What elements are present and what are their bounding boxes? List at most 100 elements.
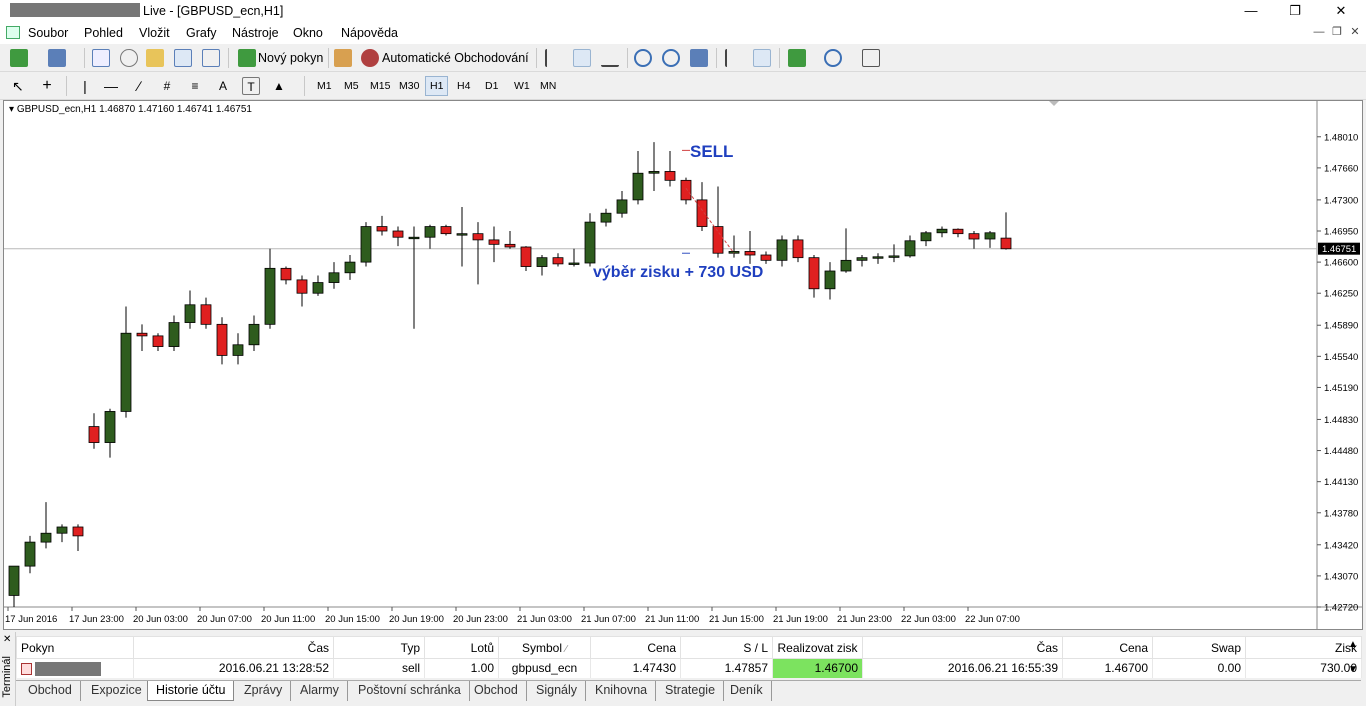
- tf-mn[interactable]: MN: [536, 76, 560, 96]
- tf-m30[interactable]: M30: [395, 76, 423, 96]
- bear-candle: [392, 230, 404, 238]
- bull-candle: [632, 172, 644, 201]
- tf-w1[interactable]: W1: [510, 76, 534, 96]
- new-order-icon[interactable]: [238, 49, 256, 67]
- menu-napoveda[interactable]: Nápověda: [341, 26, 398, 40]
- auto-trading-icon[interactable]: [361, 49, 379, 67]
- cursor-icon[interactable]: ↖: [12, 77, 30, 95]
- col-swap[interactable]: Swap: [1152, 636, 1246, 659]
- col-lotu[interactable]: Lotů: [424, 636, 499, 659]
- bear-candle: [376, 226, 388, 232]
- tf-m15[interactable]: M15: [366, 76, 394, 96]
- col-zisk[interactable]: Zisk: [1245, 636, 1362, 659]
- bear-candle: [488, 239, 500, 245]
- periods-icon[interactable]: [824, 49, 842, 67]
- y-tick-label: 1.44830: [1324, 415, 1358, 426]
- mdi-restore-icon[interactable]: ❐: [1330, 25, 1344, 39]
- tab-expozice[interactable]: Expozice: [83, 681, 151, 701]
- crosshair-icon[interactable]: +: [38, 77, 56, 95]
- time-open-cell: 2016.06.21 13:28:52: [133, 658, 334, 678]
- candlestick-chart[interactable]: 1.48010 1.47660 1.47300 1.46950 1.46600 1.462…: [4, 101, 1362, 629]
- tf-d1[interactable]: D1: [481, 76, 502, 96]
- scroll-up-icon[interactable]: ▲: [1348, 639, 1358, 650]
- mdi-close-icon[interactable]: ✕: [1348, 25, 1362, 39]
- equidistant-channel-icon[interactable]: #: [158, 77, 176, 95]
- menu-okno[interactable]: Okno: [293, 26, 323, 40]
- horizontal-line-icon[interactable]: —: [102, 77, 120, 95]
- col-cas-close[interactable]: Čas: [862, 636, 1063, 659]
- chart-window[interactable]: ▾ GBPUSD_ecn,H1 1.46870 1.47160 1.46741 …: [3, 100, 1363, 630]
- terminal-icon[interactable]: [174, 49, 192, 67]
- tf-m5[interactable]: M5: [340, 76, 363, 96]
- text-icon[interactable]: A: [214, 77, 232, 95]
- strategy-tester-icon[interactable]: [202, 49, 220, 67]
- profiles-icon[interactable]: [48, 49, 66, 67]
- col-typ[interactable]: Typ: [333, 636, 425, 659]
- auto-trading-button[interactable]: Automatické Obchodování: [382, 51, 529, 65]
- x-tick-label: 21 Jun 03:00: [517, 614, 572, 625]
- y-tick-label: 1.45890: [1324, 321, 1358, 332]
- menu-soubor[interactable]: Soubor: [28, 26, 68, 40]
- x-tick-label: 17 Jun 23:00: [69, 614, 124, 625]
- chart-shift-icon[interactable]: [753, 49, 771, 67]
- tab-postovni-schranka[interactable]: Poštovní schránka: [350, 681, 470, 701]
- bear-candle: [552, 257, 564, 265]
- fibonacci-icon[interactable]: ≡: [186, 77, 204, 95]
- tab-denik[interactable]: Deník: [722, 681, 772, 701]
- bear-candle: [504, 243, 516, 248]
- tile-windows-icon[interactable]: [690, 49, 708, 67]
- col-cas-open[interactable]: Čas: [133, 636, 334, 659]
- menu-nastroje[interactable]: Nástroje: [232, 26, 279, 40]
- close-button[interactable]: ✕: [1318, 0, 1364, 22]
- tab-zpravy[interactable]: Zprávy: [236, 681, 292, 701]
- col-pokyn[interactable]: Pokyn: [16, 636, 134, 659]
- market-watch-icon[interactable]: [92, 49, 110, 67]
- terminal-close-icon[interactable]: ✕: [3, 634, 11, 645]
- data-window-icon[interactable]: [120, 49, 138, 67]
- new-chart-icon[interactable]: [10, 49, 28, 67]
- trendline-icon[interactable]: ∕: [130, 77, 148, 95]
- autoscroll-icon[interactable]: [725, 49, 743, 67]
- candlestick-icon[interactable]: [573, 49, 591, 67]
- indicators-icon[interactable]: [788, 49, 806, 67]
- tf-m1[interactable]: M1: [313, 76, 336, 96]
- col-sl[interactable]: S / L: [680, 636, 773, 659]
- col-symbol[interactable]: Symbol ∕: [498, 636, 591, 659]
- col-tp[interactable]: Realizovat zisk: [772, 636, 863, 659]
- col-cena-close[interactable]: Cena: [1062, 636, 1153, 659]
- chart-window-icon[interactable]: [6, 26, 20, 39]
- menu-grafy[interactable]: Grafy: [186, 26, 217, 40]
- tab-obchod[interactable]: Obchod: [20, 681, 81, 701]
- minimize-button[interactable]: —: [1228, 0, 1274, 22]
- mdi-minimize-icon[interactable]: —: [1312, 25, 1326, 39]
- y-tick-label: 1.43070: [1324, 571, 1358, 582]
- menu-pohled[interactable]: Pohled: [84, 26, 123, 40]
- new-order-button[interactable]: Nový pokyn: [258, 51, 323, 65]
- scroll-down-icon[interactable]: ▼: [1348, 664, 1358, 675]
- bull-candle: [248, 323, 260, 346]
- templates-icon[interactable]: [862, 49, 880, 67]
- tab-obchod-market[interactable]: Obchod: [466, 681, 527, 701]
- arrows-icon[interactable]: ▲: [270, 77, 288, 95]
- table-row[interactable]: 2016.06.21 13:28:52 sell 1.00 gbpusd_ecn…: [16, 658, 1362, 678]
- tf-h4[interactable]: H4: [453, 76, 474, 96]
- zoom-out-icon[interactable]: [662, 49, 680, 67]
- tf-h1[interactable]: H1: [425, 76, 449, 96]
- tab-historie-uctu[interactable]: Historie účtu: [147, 681, 235, 701]
- x-tick-label: 20 Jun 03:00: [133, 614, 188, 625]
- line-chart-icon[interactable]: [601, 49, 619, 67]
- tab-strategie[interactable]: Strategie: [657, 681, 725, 701]
- restore-button[interactable]: ❐: [1272, 0, 1318, 22]
- zoom-in-icon[interactable]: [634, 49, 652, 67]
- bar-chart-icon[interactable]: [545, 49, 563, 67]
- text-label-icon[interactable]: T: [242, 77, 260, 95]
- metaeditor-icon[interactable]: [334, 49, 352, 67]
- tab-signaly[interactable]: Signály: [528, 681, 586, 701]
- tab-alarmy[interactable]: Alarmy: [292, 681, 348, 701]
- vertical-line-icon[interactable]: |: [76, 77, 94, 95]
- col-cena-open[interactable]: Cena: [590, 636, 681, 659]
- tab-knihovna[interactable]: Knihovna: [587, 681, 657, 701]
- bear-candle: [72, 526, 84, 537]
- navigator-icon[interactable]: [146, 49, 164, 67]
- menu-vlozit[interactable]: Vložit: [139, 26, 170, 40]
